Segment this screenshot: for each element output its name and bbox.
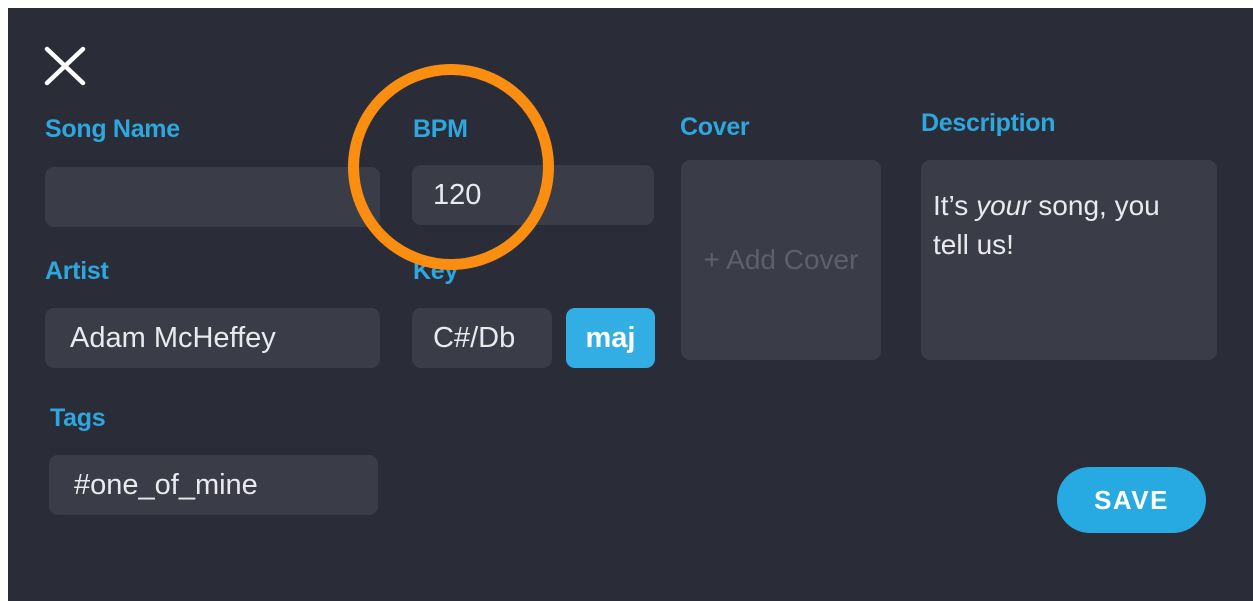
song-name-field[interactable] [45,167,380,227]
key-mode-label: maj [585,321,636,354]
description-field[interactable]: It’s your song, you tell us! [921,160,1217,360]
cover-label: Cover [680,113,750,141]
save-label: SAVE [1094,484,1169,515]
description-text-pre: It’s [933,190,977,221]
key-value: C#/Db [433,321,516,354]
artist-value: Adam McHeffey [70,321,276,354]
close-icon-graphic [44,46,86,86]
key-label: Key [413,257,458,285]
close-icon[interactable] [44,46,86,86]
bpm-value: 120 [433,178,482,211]
key-mode-toggle[interactable]: maj [566,308,655,368]
artist-label: Artist [45,257,109,285]
song-name-label: Song Name [45,115,180,143]
bpm-label: BPM [413,115,468,143]
save-button[interactable]: SAVE [1057,467,1206,533]
tags-label: Tags [50,404,106,432]
artist-field[interactable]: Adam McHeffey [45,308,380,368]
key-select[interactable]: C#/Db [412,308,552,368]
tags-value: #one_of_mine [74,468,258,501]
add-cover-button[interactable]: + Add Cover [681,160,881,360]
add-cover-text: + Add Cover [703,244,859,275]
description-text-emphasis: your [976,190,1031,221]
tags-field[interactable]: #one_of_mine [49,455,378,515]
description-label: Description [921,109,1056,137]
bpm-field[interactable]: 120 [412,165,654,225]
